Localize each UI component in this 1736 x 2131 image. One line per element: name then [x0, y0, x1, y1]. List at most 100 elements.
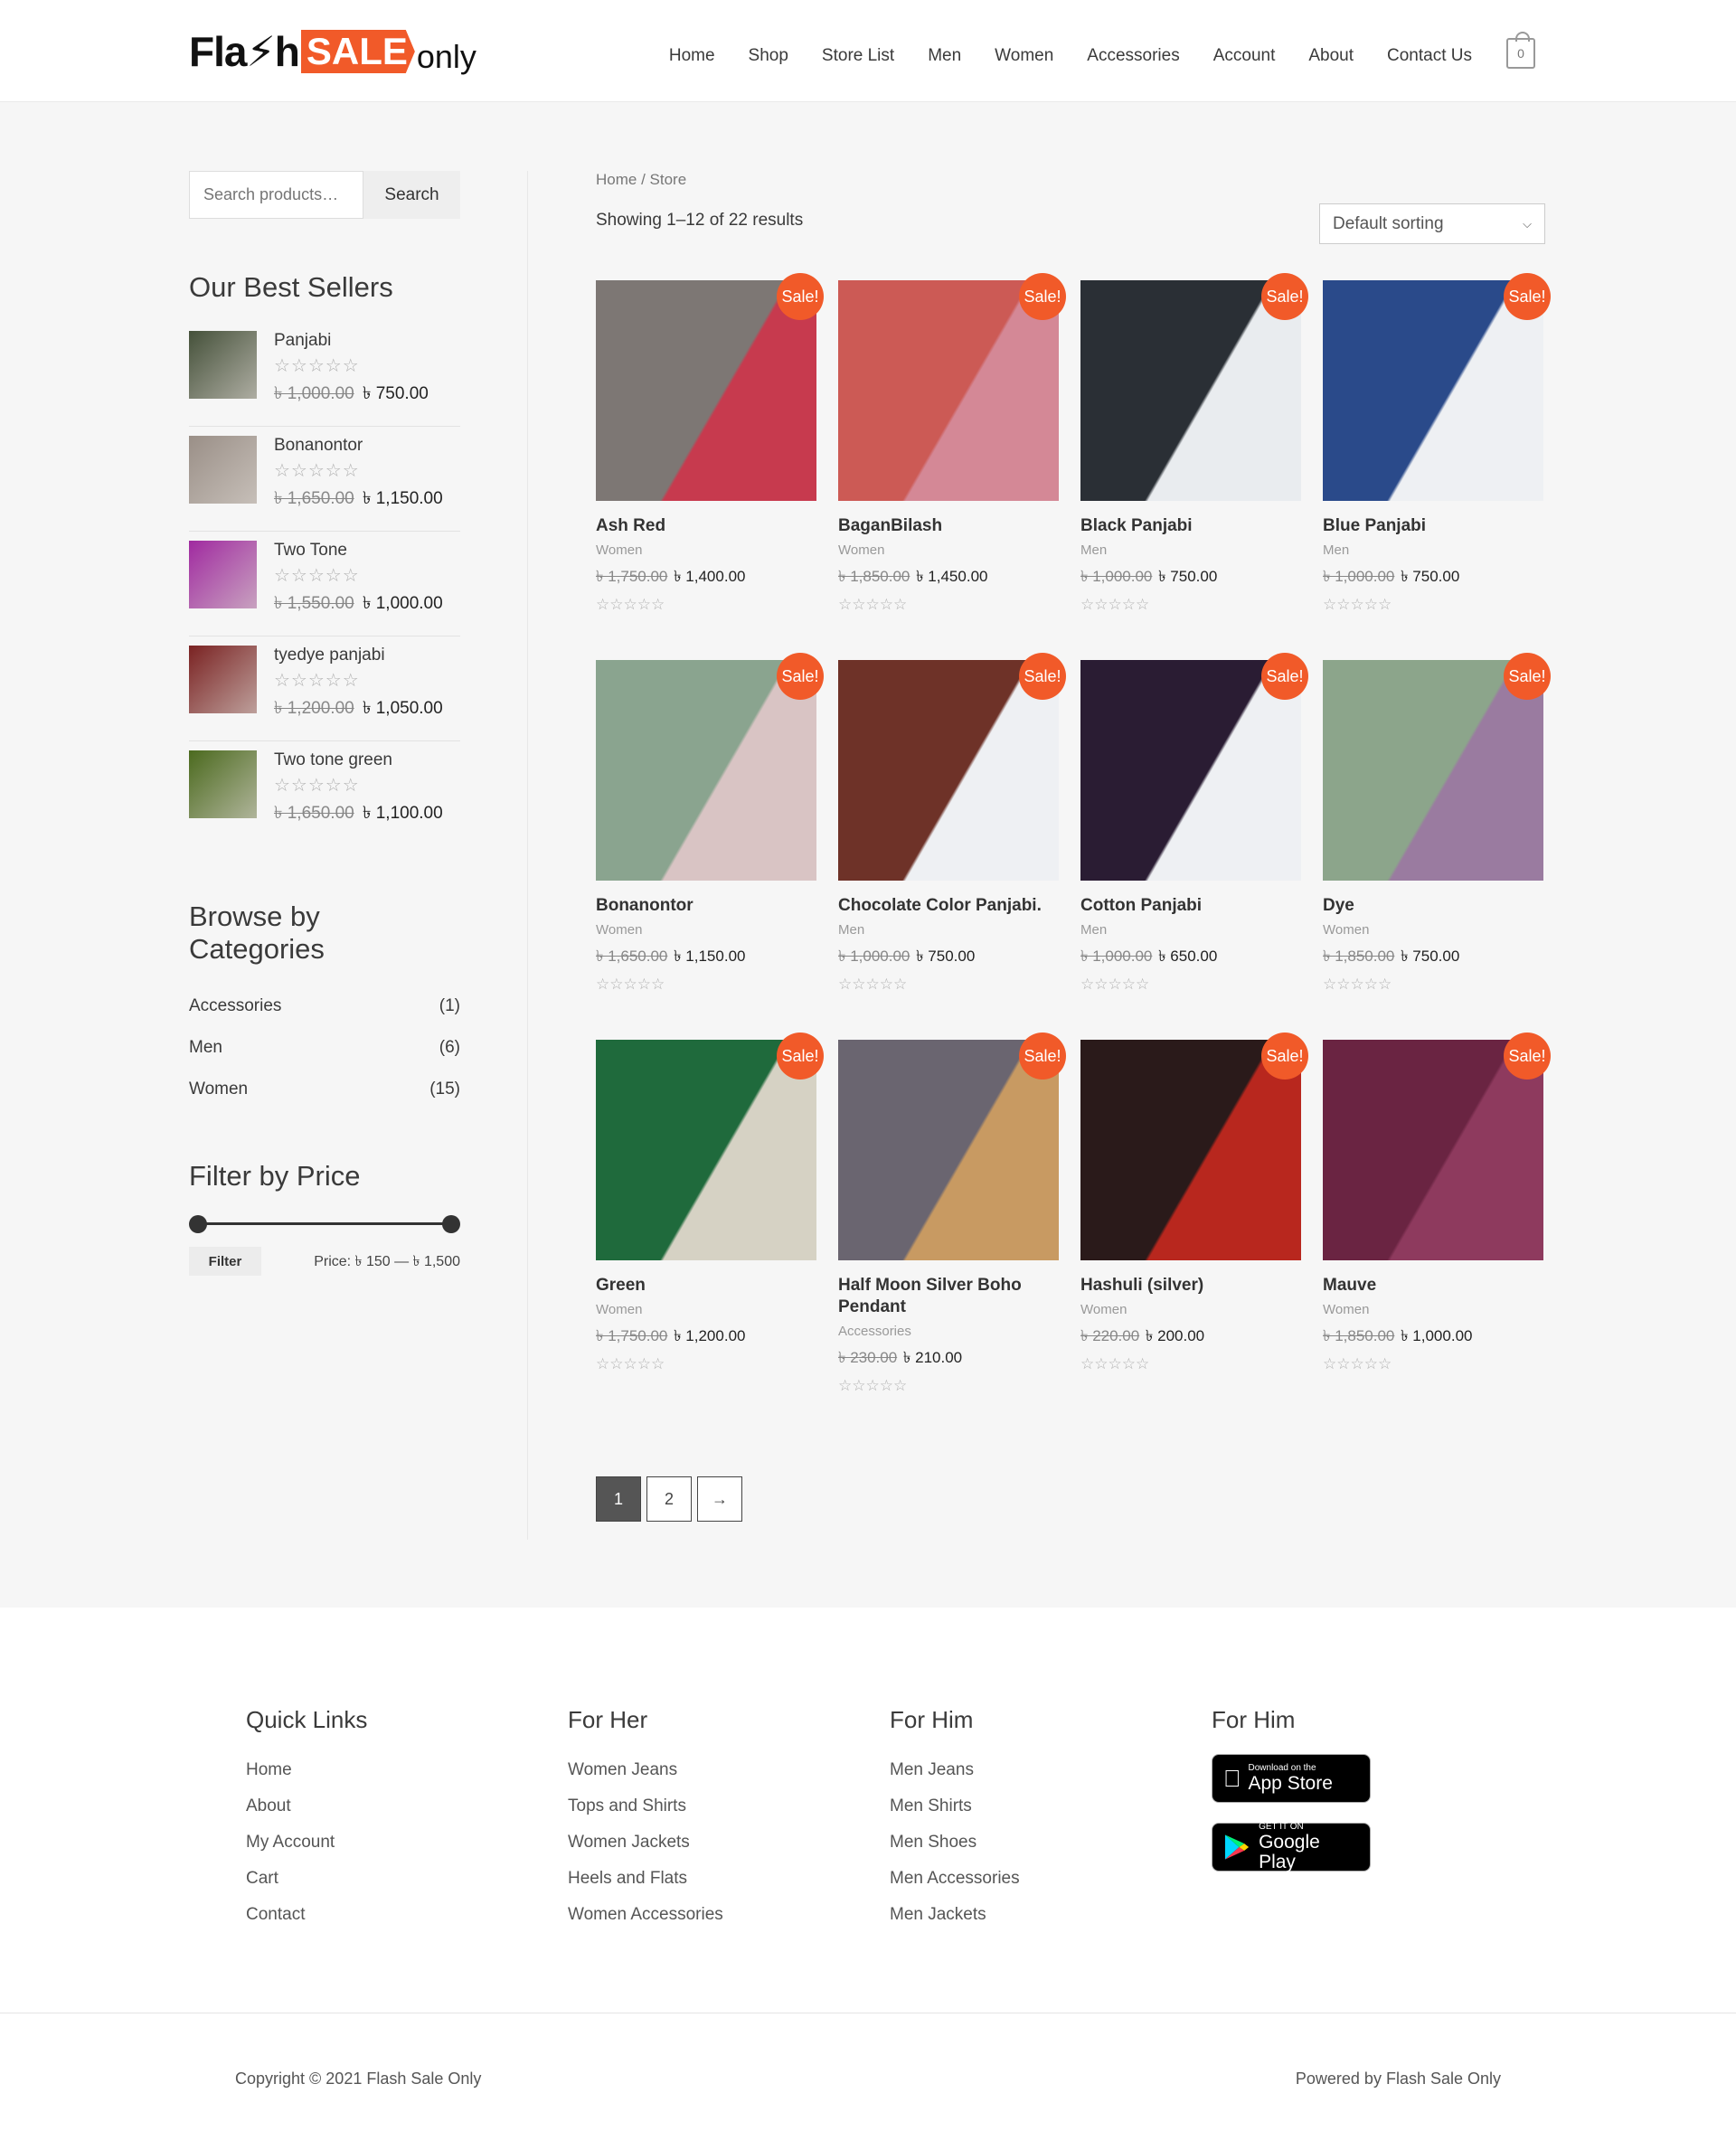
best-seller-thumbnail[interactable] — [189, 646, 257, 713]
product-name[interactable]: Ash Red — [596, 515, 816, 537]
product-name[interactable]: Hashuli (silver) — [1080, 1275, 1301, 1297]
product-card[interactable]: Sale! Cotton Panjabi Men ৳ 1,000.00 ৳ 65… — [1080, 653, 1308, 1040]
product-name[interactable]: Black Panjabi — [1080, 515, 1301, 537]
best-seller-name[interactable]: Two tone green — [274, 750, 443, 770]
footer-link-men-shirts[interactable]: Men Shirts — [890, 1788, 1020, 1825]
google-play-icon — [1224, 1834, 1250, 1860]
product-card[interactable]: Sale! Blue Panjabi Men ৳ 1,000.00 ৳ 750.… — [1323, 273, 1551, 660]
product-card[interactable]: Sale! Dye Women ৳ 1,850.00 ৳ 750.00 ☆☆☆☆… — [1323, 653, 1551, 1040]
best-seller-item[interactable]: Panjabi ☆☆☆☆☆ ৳ 1,000.00 ৳ 750.00 — [189, 322, 460, 427]
rating-stars-icon: ☆☆☆☆☆ — [838, 1377, 908, 1394]
product-name[interactable]: Bonanontor — [596, 895, 816, 917]
page-1[interactable]: 1 — [596, 1476, 641, 1522]
best-seller-price: ৳ 1,000.00 ৳ 750.00 — [274, 381, 429, 410]
product-name[interactable]: Half Moon Silver Boho Pendant — [838, 1275, 1059, 1318]
best-seller-item[interactable]: tyedye panjabi ☆☆☆☆☆ ৳ 1,200.00 ৳ 1,050.… — [189, 636, 460, 741]
best-seller-thumbnail[interactable] — [189, 541, 257, 608]
product-card[interactable]: Sale! Hashuli (silver) Women ৳ 220.00 ৳ … — [1080, 1032, 1308, 1419]
logo-flash-text: Fla⚡h — [189, 28, 300, 75]
best-seller-item[interactable]: Two tone green ☆☆☆☆☆ ৳ 1,650.00 ৳ 1,100.… — [189, 741, 460, 846]
best-seller-name[interactable]: Bonanontor — [274, 436, 443, 456]
product-card[interactable]: Sale! Mauve Women ৳ 1,850.00 ৳ 1,000.00 … — [1323, 1032, 1551, 1419]
best-seller-name[interactable]: Panjabi — [274, 331, 429, 351]
old-price: ৳ 1,000.00 — [1323, 568, 1395, 585]
footer-link-my-account[interactable]: My Account — [246, 1825, 367, 1861]
search-button[interactable]: Search — [363, 171, 460, 219]
price-range-label: Price: ৳ 150 — ৳ 1,500 — [314, 1253, 460, 1269]
google-play-button[interactable]: GET IT ON Google Play — [1212, 1822, 1371, 1872]
next-page-arrow-icon[interactable]: → — [697, 1476, 742, 1522]
footer-link-men-accessories[interactable]: Men Accessories — [890, 1861, 1020, 1897]
best-seller-name[interactable]: tyedye panjabi — [274, 646, 443, 665]
sorting-select[interactable]: Default sorting ⌵ — [1319, 203, 1545, 244]
product-card[interactable]: Sale! Bonanontor Women ৳ 1,650.00 ৳ 1,15… — [596, 653, 824, 1040]
best-seller-name[interactable]: Two Tone — [274, 541, 443, 561]
best-seller-thumbnail[interactable] — [189, 436, 257, 504]
nav-contact[interactable]: Contact Us — [1387, 46, 1472, 66]
old-price: ৳ 1,000.00 — [274, 384, 354, 403]
sale-price: ৳ 750.00 — [362, 384, 429, 403]
sale-badge: Sale! — [1504, 1032, 1551, 1080]
best-seller-item[interactable]: Two Tone ☆☆☆☆☆ ৳ 1,550.00 ৳ 1,000.00 — [189, 532, 460, 636]
footer-link-women-jackets[interactable]: Women Jackets — [568, 1825, 723, 1861]
product-name[interactable]: Chocolate Color Panjabi. — [838, 895, 1059, 917]
category-women[interactable]: Women (15) — [189, 1069, 460, 1110]
footer-link-men-jackets[interactable]: Men Jackets — [890, 1897, 1020, 1933]
best-seller-item[interactable]: Bonanontor ☆☆☆☆☆ ৳ 1,650.00 ৳ 1,150.00 — [189, 427, 460, 532]
footer-link-about[interactable]: About — [246, 1788, 367, 1825]
site-logo[interactable]: Fla⚡h SALE only — [189, 27, 476, 76]
cart-bag-icon[interactable]: 0 — [1506, 32, 1535, 69]
product-name[interactable]: Cotton Panjabi — [1080, 895, 1301, 917]
product-category: Women — [1323, 922, 1370, 938]
footer-link-heels-flats[interactable]: Heels and Flats — [568, 1861, 723, 1897]
best-seller-thumbnail[interactable] — [189, 331, 257, 399]
cart-count: 0 — [1517, 46, 1524, 61]
product-card[interactable]: Sale! Ash Red Women ৳ 1,750.00 ৳ 1,400.0… — [596, 273, 824, 660]
price-slider-max-handle[interactable] — [442, 1215, 460, 1233]
product-card[interactable]: Sale! Chocolate Color Panjabi. Men ৳ 1,0… — [838, 653, 1066, 1040]
nav-about[interactable]: About — [1308, 46, 1354, 66]
result-row: Showing 1–12 of 22 results Default sorti… — [596, 203, 1545, 244]
product-name[interactable]: Green — [596, 1275, 816, 1297]
product-name[interactable]: Blue Panjabi — [1323, 515, 1543, 537]
nav-women[interactable]: Women — [995, 46, 1053, 66]
old-price: ৳ 1,000.00 — [1080, 948, 1153, 965]
old-price: ৳ 1,750.00 — [596, 1327, 668, 1344]
footer-link-women-jeans[interactable]: Women Jeans — [568, 1752, 723, 1788]
footer-link-home[interactable]: Home — [246, 1752, 367, 1788]
category-accessories[interactable]: Accessories (1) — [189, 985, 460, 1027]
app-store-button[interactable]:  Download on theApp Store — [1212, 1754, 1371, 1803]
filter-button[interactable]: Filter — [189, 1247, 261, 1276]
best-seller-thumbnail[interactable] — [189, 750, 257, 818]
product-name[interactable]: Mauve — [1323, 1275, 1543, 1297]
footer-link-men-shoes[interactable]: Men Shoes — [890, 1825, 1020, 1861]
pagination: 1 2 → — [596, 1476, 748, 1522]
product-card[interactable]: Sale! BaganBilash Women ৳ 1,850.00 ৳ 1,4… — [838, 273, 1066, 660]
product-name[interactable]: Dye — [1323, 895, 1543, 917]
nav-account[interactable]: Account — [1213, 46, 1276, 66]
footer-link-cart[interactable]: Cart — [246, 1861, 367, 1897]
footer-link-contact[interactable]: Contact — [246, 1897, 367, 1933]
price-slider-min-handle[interactable] — [189, 1215, 207, 1233]
category-men[interactable]: Men (6) — [189, 1027, 460, 1069]
nav-men[interactable]: Men — [928, 46, 961, 66]
footer-link-tops-shirts[interactable]: Tops and Shirts — [568, 1788, 723, 1825]
search-input[interactable] — [189, 171, 363, 219]
product-card[interactable]: Sale! Black Panjabi Men ৳ 1,000.00 ৳ 750… — [1080, 273, 1308, 660]
nav-home[interactable]: Home — [669, 46, 715, 66]
sale-badge: Sale! — [777, 1032, 824, 1080]
footer-link-men-jeans[interactable]: Men Jeans — [890, 1752, 1020, 1788]
footer-link-women-accessories[interactable]: Women Accessories — [568, 1897, 723, 1933]
footer-for-her: For Her Women Jeans Tops and Shirts Wome… — [568, 1706, 723, 1933]
nav-store-list[interactable]: Store List — [822, 46, 894, 66]
page-2[interactable]: 2 — [646, 1476, 692, 1522]
nav-shop[interactable]: Shop — [749, 46, 788, 66]
product-card[interactable]: Sale! Green Women ৳ 1,750.00 ৳ 1,200.00 … — [596, 1032, 824, 1419]
product-name[interactable]: BaganBilash — [838, 515, 1059, 537]
product-category: Accessories — [838, 1324, 911, 1339]
product-card[interactable]: Sale! Half Moon Silver Boho Pendant Acce… — [838, 1032, 1066, 1419]
nav-accessories[interactable]: Accessories — [1087, 46, 1179, 66]
product-category: Women — [1080, 1302, 1127, 1317]
google-play-large: Google Play — [1259, 1832, 1320, 1872]
old-price: ৳ 220.00 — [1080, 1327, 1140, 1344]
